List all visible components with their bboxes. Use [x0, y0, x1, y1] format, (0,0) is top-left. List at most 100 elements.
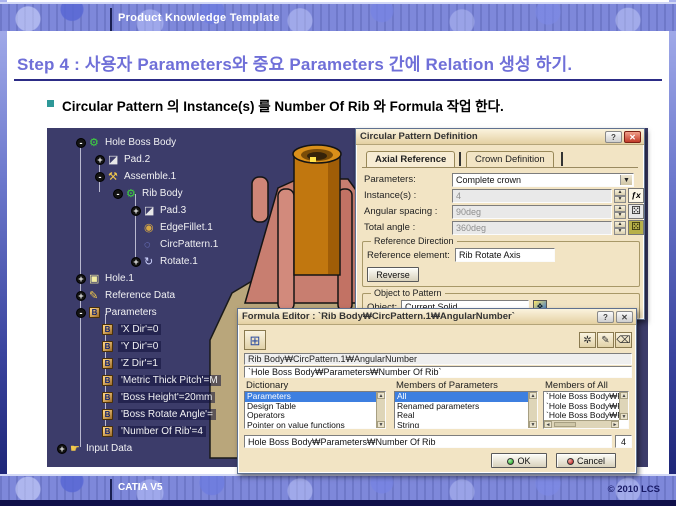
slide: Product Knowledge Template Step 4 : 사용자 …: [0, 0, 676, 506]
insert-structure-icon[interactable]: ⊞: [244, 330, 266, 350]
total-angle-field[interactable]: 360deg: [452, 221, 612, 235]
tree-item[interactable]: +✎Reference Data: [47, 289, 387, 303]
members-of-all-list[interactable]: `Hole Boss Body₩Par`Hole Boss Body₩Par`H…: [543, 391, 629, 429]
scroll-down-icon[interactable]: ▼: [620, 413, 628, 420]
scroll-up-icon[interactable]: ▲: [377, 392, 385, 399]
horizontal-scrollbar[interactable]: ◄►: [544, 420, 619, 428]
formula-editor-titlebar[interactable]: Formula Editor : `Rib Body₩CircPattern.1…: [238, 309, 636, 325]
list-item[interactable]: Operators: [245, 411, 385, 421]
circular-pattern-dialog: Circular Pattern Definition ? ✕ Axial Re…: [355, 128, 645, 320]
footer-divider: [110, 479, 112, 500]
formula-expression-field[interactable]: `Hole Boss Body₩Parameters₩Number Of Rib…: [244, 366, 632, 378]
circular-pattern-dialog-titlebar[interactable]: Circular Pattern Definition ? ✕: [356, 129, 644, 145]
spinner[interactable]: ▲▼: [614, 205, 626, 219]
result-value-field: 4: [615, 435, 632, 448]
scrollbar-thumb[interactable]: [554, 422, 576, 427]
expand-icon[interactable]: +: [76, 291, 86, 301]
list-item[interactable]: `Hole Boss Body₩Par: [544, 402, 628, 412]
tab-crown-definition[interactable]: Crown Definition: [466, 151, 554, 167]
list-item[interactable]: Parameters: [245, 392, 385, 402]
close-icon[interactable]: ✕: [616, 311, 633, 323]
bottom-strip: [0, 500, 676, 506]
dictionary-list[interactable]: ParametersDesign TableOperatorsPointer o…: [244, 391, 386, 429]
ok-button[interactable]: OK: [491, 453, 547, 468]
result-expression-field[interactable]: Hole Boss Body₩Parameters₩Number Of Rib: [244, 435, 612, 448]
collapse-icon[interactable]: -: [95, 172, 105, 182]
close-icon[interactable]: ✕: [624, 131, 641, 143]
scroll-up-icon[interactable]: ▲: [620, 392, 628, 399]
cancel-button[interactable]: Cancel: [556, 453, 616, 468]
list-item[interactable]: Design Table: [245, 402, 385, 412]
tree-item[interactable]: -⚒Assemble.1: [47, 170, 387, 184]
expand-icon[interactable]: +: [57, 444, 67, 454]
tab-axial-reference[interactable]: Axial Reference: [366, 151, 455, 167]
list-item[interactable]: `Hole Boss Body₩Par: [544, 392, 628, 402]
collapse-icon[interactable]: -: [113, 189, 123, 199]
tree-item[interactable]: ◉EdgeFillet.1: [47, 221, 387, 235]
list-item[interactable]: All: [395, 392, 537, 402]
spinner[interactable]: ▲▼: [614, 189, 626, 203]
tree-item[interactable]: -⚙Rib Body: [47, 187, 387, 201]
expand-icon[interactable]: +: [131, 257, 141, 267]
tree-item-label: 'Z Dir'=1: [118, 358, 161, 369]
tree-item[interactable]: -⚙Hole Boss Body: [47, 136, 387, 150]
instances-field[interactable]: 4: [452, 189, 612, 203]
circular-pattern-icon: ◌: [144, 239, 151, 251]
tree-item-label: Assemble.1: [124, 171, 176, 182]
list-item[interactable]: Renamed parameters: [395, 402, 537, 412]
knowledge-icon[interactable]: ⚄: [628, 220, 644, 235]
comment-icon[interactable]: ✎: [597, 332, 614, 348]
pad-icon: ◪: [144, 205, 154, 217]
vertical-scrollbar[interactable]: ▲▼: [376, 392, 385, 428]
angular-spacing-field[interactable]: 90deg: [452, 205, 612, 219]
tree-item[interactable]: +◪Pad.2: [47, 153, 387, 167]
collapse-icon[interactable]: -: [76, 138, 86, 148]
spin-down-icon[interactable]: ▼: [614, 228, 626, 235]
help-icon[interactable]: ?: [597, 311, 614, 323]
scroll-right-icon[interactable]: ►: [611, 421, 619, 428]
spinner[interactable]: ▲▼: [614, 221, 626, 235]
reference-element-field[interactable]: Rib Rotate Axis: [455, 248, 555, 262]
reverse-button[interactable]: Reverse: [367, 267, 419, 282]
erase-icon[interactable]: ⌫: [615, 332, 632, 348]
tree-item[interactable]: +↻Rotate.1: [47, 255, 387, 269]
chevron-down-icon[interactable]: ▼: [620, 175, 632, 185]
spin-down-icon[interactable]: ▼: [614, 196, 626, 203]
bullet-text: Circular Pattern 의 Instance(s) 를 Number …: [62, 95, 642, 115]
tree-item[interactable]: ◌CircPattern.1: [47, 238, 387, 252]
input-data-icon: ☛: [70, 443, 80, 455]
title-underline: [14, 79, 662, 81]
spin-up-icon[interactable]: ▲: [614, 205, 626, 212]
parameters-combo[interactable]: Complete crown▼: [452, 173, 634, 187]
vertical-scrollbar[interactable]: ▲▼: [619, 392, 628, 420]
footer-product-label: CATIA V5: [118, 482, 162, 493]
spin-up-icon[interactable]: ▲: [614, 189, 626, 196]
spin-up-icon[interactable]: ▲: [614, 221, 626, 228]
formula-wizard-icon[interactable]: ✲: [579, 332, 596, 348]
column-header: Members of All: [545, 380, 608, 391]
list-item[interactable]: String: [395, 421, 537, 430]
formula-editor-title: Formula Editor : `Rib Body₩CircPattern.1…: [242, 311, 515, 322]
tab-separator: [459, 152, 461, 166]
spin-down-icon[interactable]: ▼: [614, 212, 626, 219]
formula-fx-button[interactable]: ƒx: [628, 188, 644, 203]
expand-icon[interactable]: +: [95, 155, 105, 165]
slide-right-border: [669, 0, 676, 506]
expand-icon[interactable]: +: [131, 206, 141, 216]
expand-icon[interactable]: +: [76, 274, 86, 284]
list-item[interactable]: Real: [395, 411, 537, 421]
scroll-up-icon[interactable]: ▲: [529, 392, 537, 399]
tree-item[interactable]: +▣Hole.1: [47, 272, 387, 286]
vertical-scrollbar[interactable]: ▲▼: [528, 392, 537, 428]
help-icon[interactable]: ?: [605, 131, 622, 143]
scroll-down-icon[interactable]: ▼: [529, 421, 537, 428]
scroll-left-icon[interactable]: ◄: [544, 421, 552, 428]
tree-item[interactable]: +◪Pad.3: [47, 204, 387, 218]
collapse-icon[interactable]: -: [76, 308, 86, 318]
members-of-parameters-list[interactable]: AllRenamed parametersRealString▲▼: [394, 391, 538, 429]
knowledge-icon[interactable]: ⚄: [628, 204, 644, 219]
reference-direction-group: Reference Direction Reference element: R…: [362, 241, 640, 287]
list-item[interactable]: Pointer on value functions: [245, 421, 385, 430]
formula-target-field[interactable]: Rib Body₩CircPattern.1₩AngularNumber: [244, 353, 632, 365]
scroll-down-icon[interactable]: ▼: [377, 421, 385, 428]
